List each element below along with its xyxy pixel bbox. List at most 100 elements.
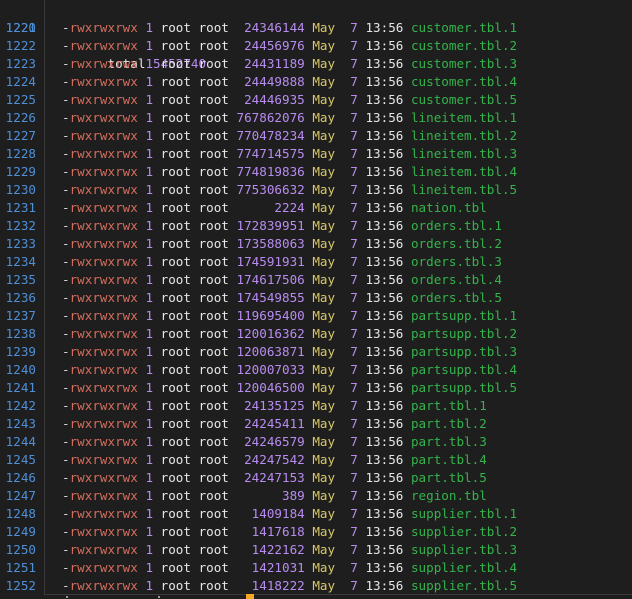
permissions: rwxrwxrwx — [69, 92, 138, 107]
file-type-marker: - — [62, 506, 70, 521]
file-type-marker: - — [62, 200, 70, 215]
file-size: 1417618 — [251, 524, 305, 539]
mod-month: May — [312, 344, 336, 359]
owner-group: root — [198, 74, 229, 89]
line-number: 1246 — [5, 470, 36, 485]
owner-group: root — [198, 20, 229, 35]
file-size: 24135125 — [244, 398, 305, 413]
owner-user: root — [160, 110, 191, 125]
line-number: 1252 — [5, 578, 36, 593]
permissions: rwxrwxrwx — [69, 362, 138, 377]
mod-time: 13:56 — [365, 542, 404, 557]
owner-group: root — [198, 200, 229, 215]
mod-time: 13:56 — [365, 524, 404, 539]
file-name: customer.tbl.3 — [410, 56, 518, 71]
owner-user: root — [160, 290, 191, 305]
file-size: 24246579 — [244, 434, 305, 449]
mod-time: 13:56 — [365, 362, 404, 377]
mod-time: 13:56 — [365, 488, 404, 503]
link-count: 1 — [145, 578, 154, 593]
file-name: part.tbl.1 — [410, 398, 487, 413]
mod-time: 13:56 — [365, 380, 404, 395]
mod-month: May — [312, 452, 336, 467]
owner-user: root — [160, 236, 191, 251]
link-count: 1 — [145, 146, 154, 161]
permissions: rwxrwxrwx — [69, 416, 138, 431]
file-name: orders.tbl.5 — [410, 290, 502, 305]
file-size: 775306632 — [236, 182, 305, 197]
mod-month: May — [312, 20, 336, 35]
mod-time: 13:56 — [365, 200, 404, 215]
mod-day: 7 — [350, 164, 358, 179]
link-count: 1 — [145, 200, 154, 215]
file-name: partsupp.tbl.3 — [410, 344, 518, 359]
file-size: 173588063 — [236, 236, 305, 251]
terminal-window[interactable]: 1220 total 5452740 1221 -rwxrwxrwx 1 root… — [0, 0, 632, 599]
mod-month: May — [312, 416, 336, 431]
permissions: rwxrwxrwx — [69, 578, 138, 593]
file-type-marker: - — [62, 524, 70, 539]
file-type-marker: - — [62, 434, 70, 449]
line-number: 1238 — [5, 326, 36, 341]
mod-month: May — [312, 326, 336, 341]
permissions: rwxrwxrwx — [69, 56, 138, 71]
owner-user: root — [160, 20, 191, 35]
file-name: supplier.tbl.2 — [410, 524, 518, 539]
owner-group: root — [198, 38, 229, 53]
file-size: 24247542 — [244, 452, 305, 467]
file-name: nation.tbl — [410, 200, 487, 215]
mod-month: May — [312, 524, 336, 539]
line-number: 1240 — [5, 362, 36, 377]
file-type-marker: - — [62, 362, 70, 377]
permissions: rwxrwxrwx — [69, 470, 138, 485]
mod-day: 7 — [350, 488, 358, 503]
owner-user: root — [160, 308, 191, 323]
owner-group: root — [198, 146, 229, 161]
file-size: 174549855 — [236, 290, 305, 305]
file-type-marker: - — [62, 542, 70, 557]
mod-month: May — [312, 560, 336, 575]
file-name: supplier.tbl.1 — [410, 506, 518, 521]
line-number: 1244 — [5, 434, 36, 449]
mod-day: 7 — [350, 506, 358, 521]
file-name: orders.tbl.1 — [410, 218, 502, 233]
file-name: partsupp.tbl.1 — [410, 308, 518, 323]
owner-user: root — [160, 416, 191, 431]
owner-user: root — [160, 380, 191, 395]
file-name: orders.tbl.2 — [410, 236, 502, 251]
mod-month: May — [312, 578, 336, 593]
file-type-marker: - — [62, 146, 70, 161]
line-number: 1242 — [5, 398, 36, 413]
file-size: 774714575 — [236, 146, 305, 161]
line-number: 1247 — [5, 488, 36, 503]
mod-day: 7 — [350, 344, 358, 359]
mod-month: May — [312, 506, 336, 521]
file-size: 24446935 — [244, 92, 305, 107]
line-number: 1230 — [5, 182, 36, 197]
line-number: 1237 — [5, 308, 36, 323]
mod-day: 7 — [350, 236, 358, 251]
owner-user: root — [160, 578, 191, 593]
prompt-dot — [66, 596, 68, 598]
mod-time: 13:56 — [365, 344, 404, 359]
link-count: 1 — [145, 164, 154, 179]
mod-day: 7 — [350, 272, 358, 287]
owner-group: root — [198, 488, 229, 503]
link-count: 1 — [145, 470, 154, 485]
link-count: 1 — [145, 416, 154, 431]
file-size: 770478234 — [236, 128, 305, 143]
file-name: lineitem.tbl.5 — [410, 182, 518, 197]
permissions: rwxrwxrwx — [69, 110, 138, 125]
owner-user: root — [160, 506, 191, 521]
owner-group: root — [198, 92, 229, 107]
line-number: 1248 — [5, 506, 36, 521]
mod-day: 7 — [350, 398, 358, 413]
mod-day: 7 — [350, 74, 358, 89]
link-count: 1 — [145, 254, 154, 269]
file-size: 1422162 — [251, 542, 305, 557]
file-type-marker: - — [62, 470, 70, 485]
mod-day: 7 — [350, 578, 358, 593]
file-name: part.tbl.3 — [410, 434, 487, 449]
mod-month: May — [312, 146, 336, 161]
file-name: orders.tbl.4 — [410, 272, 502, 287]
